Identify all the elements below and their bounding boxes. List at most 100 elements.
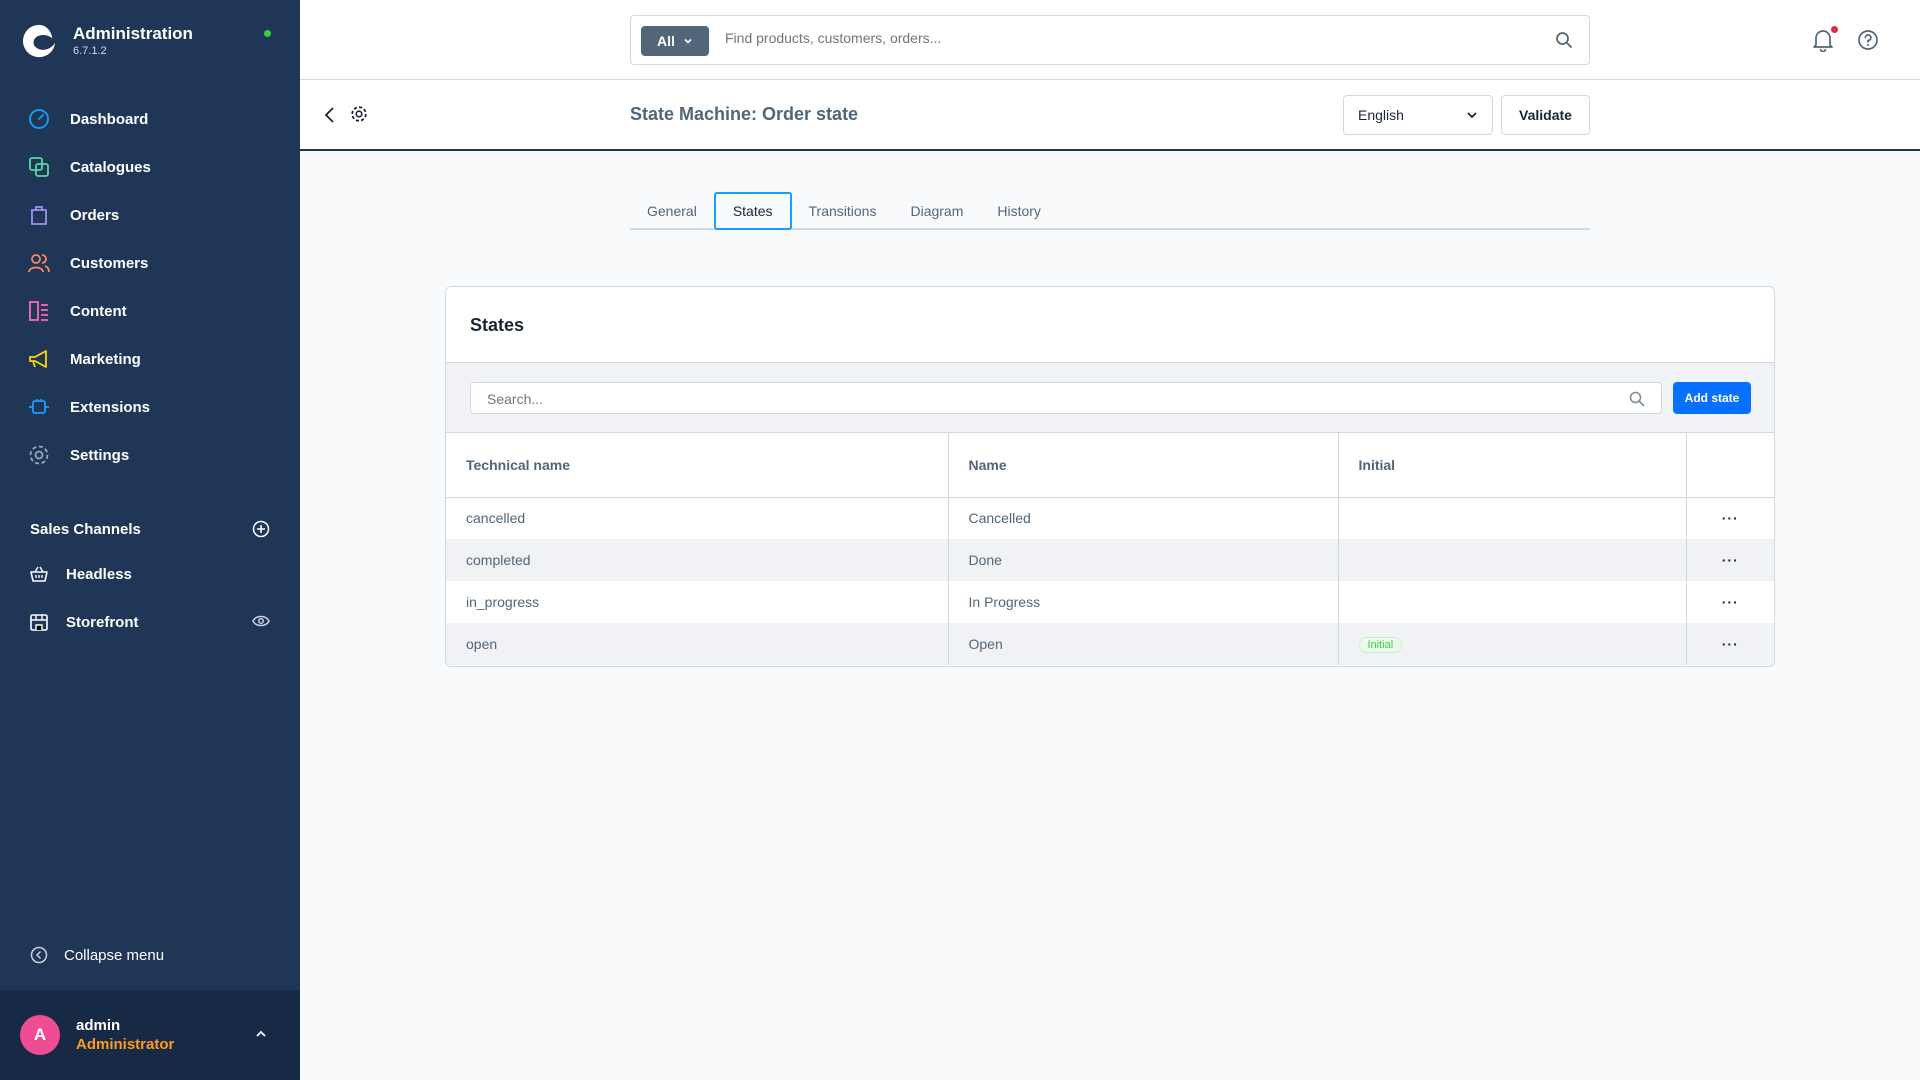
tab-states[interactable]: States bbox=[713, 192, 792, 230]
collapse-menu-button[interactable]: Collapse menu bbox=[30, 946, 164, 964]
cell-technical-name: open bbox=[446, 623, 949, 665]
sales-channel-headless[interactable]: Headless bbox=[0, 550, 300, 598]
sidebar-item-extensions[interactable]: Extensions bbox=[0, 383, 300, 431]
column-header-technical-name[interactable]: Technical name bbox=[446, 433, 949, 498]
content-icon bbox=[28, 300, 50, 322]
basket-icon bbox=[30, 566, 48, 582]
search-scope-dropdown[interactable]: All bbox=[641, 26, 709, 56]
table-row: in_progress In Progress ··· bbox=[446, 581, 1774, 623]
cell-initial bbox=[1338, 497, 1687, 539]
sales-channel-label: Storefront bbox=[66, 613, 139, 631]
sales-channel-list: Headless Storefront bbox=[0, 550, 300, 646]
sidebar: Administration 6.7.1.2 Dashboard Catalog… bbox=[0, 0, 300, 1080]
cell-name: Open bbox=[948, 623, 1339, 665]
sidebar-item-dashboard[interactable]: Dashboard bbox=[0, 95, 300, 143]
states-table: Technical name Name Initial cancelled Ca… bbox=[446, 433, 1774, 665]
online-status-dot bbox=[264, 30, 271, 37]
marketing-icon bbox=[28, 348, 50, 370]
user-panel[interactable]: A admin Administrator bbox=[0, 990, 300, 1080]
global-search-input[interactable] bbox=[725, 30, 1525, 46]
sidebar-item-customers[interactable]: Customers bbox=[0, 239, 300, 287]
add-state-button[interactable]: Add state bbox=[1673, 382, 1751, 414]
search-scope-label: All bbox=[657, 33, 675, 49]
main-nav: Dashboard Catalogues Orders Customers Co… bbox=[0, 95, 300, 479]
tab-bar: General States Transitions Diagram Histo… bbox=[630, 192, 1590, 230]
page-header: State Machine: Order state English Valid… bbox=[300, 80, 1920, 151]
row-actions-button[interactable]: ··· bbox=[1686, 497, 1774, 539]
cell-initial: Initial bbox=[1338, 623, 1687, 665]
search-icon[interactable] bbox=[1555, 31, 1573, 49]
cell-technical-name: cancelled bbox=[446, 497, 949, 539]
add-sales-channel-icon[interactable] bbox=[252, 520, 270, 538]
sidebar-item-label: Marketing bbox=[70, 350, 141, 368]
page-title: State Machine: Order state bbox=[630, 104, 859, 124]
sidebar-item-orders[interactable]: Orders bbox=[0, 191, 300, 239]
app-version: 6.7.1.2 bbox=[73, 45, 107, 57]
states-search bbox=[470, 382, 1662, 414]
extensions-icon bbox=[28, 396, 50, 418]
language-select-value: English bbox=[1358, 107, 1404, 123]
table-row: open Open Initial ··· bbox=[446, 623, 1774, 665]
card-title: States bbox=[446, 287, 1774, 363]
row-actions-button[interactable]: ··· bbox=[1686, 623, 1774, 665]
row-actions-button[interactable]: ··· bbox=[1686, 539, 1774, 581]
chevron-up-icon[interactable] bbox=[254, 1027, 268, 1041]
customers-icon bbox=[28, 252, 50, 274]
user-name: admin bbox=[76, 1017, 121, 1034]
tab-transitions[interactable]: Transitions bbox=[792, 192, 894, 230]
bell-icon[interactable] bbox=[1812, 28, 1834, 52]
sidebar-item-label: Settings bbox=[70, 446, 130, 464]
column-header-actions bbox=[1686, 433, 1774, 498]
global-search: All bbox=[630, 15, 1590, 65]
back-arrow-icon[interactable] bbox=[322, 105, 338, 125]
catalogues-icon bbox=[28, 156, 50, 178]
search-icon[interactable] bbox=[1629, 391, 1645, 407]
column-header-name[interactable]: Name bbox=[948, 433, 1339, 498]
states-search-input[interactable] bbox=[487, 391, 1587, 407]
shopware-logo-icon[interactable] bbox=[20, 22, 58, 60]
states-card: States Add state Technical name Name Ini… bbox=[445, 286, 1775, 667]
sidebar-item-catalogues[interactable]: Catalogues bbox=[0, 143, 300, 191]
collapse-icon bbox=[30, 946, 48, 964]
sales-channel-storefront[interactable]: Storefront bbox=[0, 598, 300, 646]
cell-initial bbox=[1338, 581, 1687, 623]
help-icon[interactable] bbox=[1857, 29, 1879, 51]
eye-icon[interactable] bbox=[252, 614, 270, 628]
sidebar-item-label: Catalogues bbox=[70, 158, 151, 176]
initial-badge: Initial bbox=[1358, 637, 1403, 653]
sidebar-item-label: Orders bbox=[70, 206, 120, 224]
tab-general[interactable]: General bbox=[630, 192, 714, 230]
sidebar-item-label: Content bbox=[70, 302, 127, 320]
notification-badge bbox=[1831, 26, 1838, 33]
sales-channels-title: Sales Channels bbox=[30, 520, 141, 538]
app-title: Administration bbox=[73, 24, 193, 43]
validate-button[interactable]: Validate bbox=[1501, 95, 1590, 135]
collapse-menu-label: Collapse menu bbox=[64, 946, 165, 964]
gear-icon[interactable] bbox=[350, 105, 368, 123]
settings-icon bbox=[28, 444, 50, 466]
user-role: Administrator bbox=[76, 1036, 175, 1053]
column-header-initial[interactable]: Initial bbox=[1338, 433, 1687, 498]
orders-icon bbox=[28, 204, 50, 226]
chevron-down-icon bbox=[684, 38, 692, 44]
sidebar-item-marketing[interactable]: Marketing bbox=[0, 335, 300, 383]
tab-diagram[interactable]: Diagram bbox=[893, 192, 980, 230]
grid-toolbar: Add state bbox=[446, 363, 1774, 433]
tab-history[interactable]: History bbox=[980, 192, 1058, 230]
cell-name: In Progress bbox=[948, 581, 1339, 623]
table-row: cancelled Cancelled ··· bbox=[446, 497, 1774, 539]
brand: Administration 6.7.1.2 bbox=[20, 22, 193, 60]
sidebar-item-label: Extensions bbox=[70, 398, 151, 416]
cell-technical-name: in_progress bbox=[446, 581, 949, 623]
cell-technical-name: completed bbox=[446, 539, 949, 581]
cell-name: Done bbox=[948, 539, 1339, 581]
top-bar: All bbox=[300, 0, 1920, 80]
table-header-row: Technical name Name Initial bbox=[446, 433, 1774, 498]
language-select[interactable]: English bbox=[1343, 95, 1493, 135]
sidebar-item-content[interactable]: Content bbox=[0, 287, 300, 335]
row-actions-button[interactable]: ··· bbox=[1686, 581, 1774, 623]
chevron-down-icon bbox=[1467, 112, 1477, 119]
cell-initial bbox=[1338, 539, 1687, 581]
sidebar-item-settings[interactable]: Settings bbox=[0, 431, 300, 479]
sidebar-item-label: Customers bbox=[70, 254, 149, 272]
